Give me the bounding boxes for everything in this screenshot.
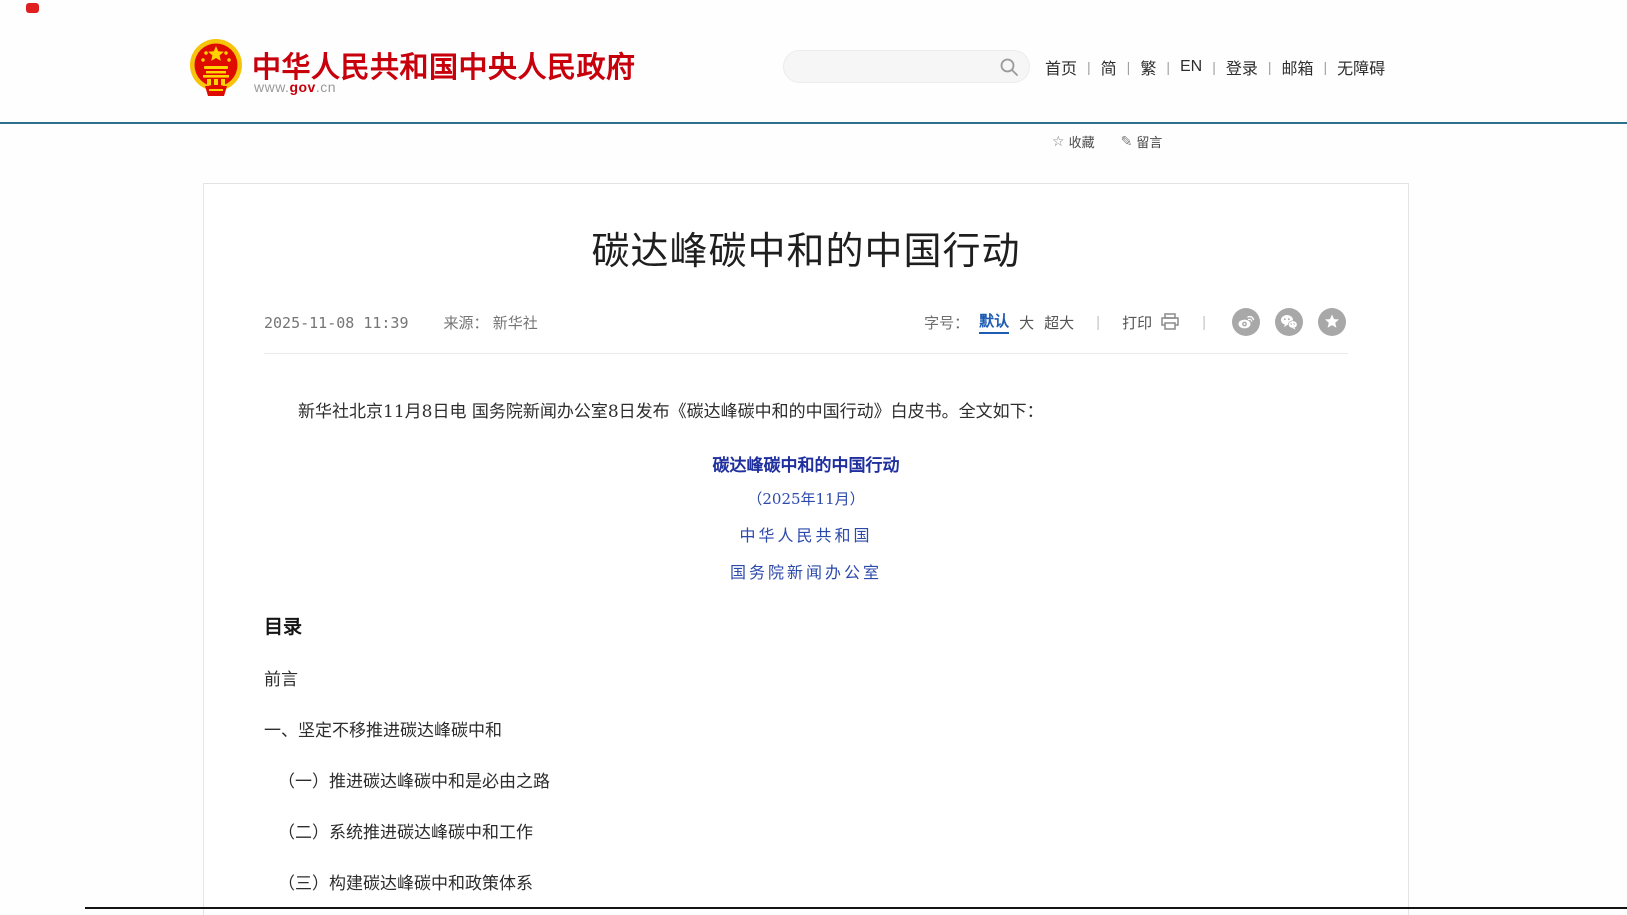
source-label: 来源： (444, 315, 489, 332)
top-nav: 首页 | 简 | 繁 | EN | 登录 | 邮箱 | 无障碍 (1045, 55, 1385, 79)
search-icon[interactable] (999, 57, 1019, 77)
font-size-label: 字号： (924, 312, 969, 333)
pencil-icon: ✎ (1121, 133, 1133, 150)
meta-divider-line (264, 353, 1348, 354)
article-body: 新华社北京11月8日电 国务院新闻办公室8日发布《碳达峰碳中和的中国行动》白皮书… (264, 400, 1348, 915)
lead-paragraph: 新华社北京11月8日电 国务院新闻办公室8日发布《碳达峰碳中和的中国行动》白皮书… (264, 400, 1348, 425)
site-url-highlight: gov (289, 79, 315, 95)
nav-english[interactable]: EN (1180, 58, 1202, 76)
nav-separator: | (1127, 59, 1131, 75)
font-size-default[interactable]: 默认 (979, 310, 1009, 334)
toc-item-section1: 一、坚定不移推进碳达峰碳中和 (264, 716, 1348, 741)
nav-accessibility[interactable]: 无障碍 (1337, 55, 1385, 79)
gov-cn-page: 中华人民共和国中央人民政府 www.gov.cn 首页 | 简 | 繁 | EN… (0, 0, 1627, 915)
document-org-line2: 国务院新闻办公室 (264, 559, 1348, 583)
search-box[interactable] (783, 50, 1030, 83)
search-input[interactable] (800, 59, 999, 75)
toc-item-section1-2: （二）系统推进碳达峰碳中和工作 (264, 818, 1348, 843)
nav-separator: | (1324, 59, 1328, 75)
nav-separator: | (1212, 59, 1216, 75)
screen-artifact-red-mark (26, 3, 39, 13)
favorite-button[interactable]: ☆ 收藏 (1052, 132, 1095, 151)
font-size-large[interactable]: 大 (1019, 312, 1034, 333)
toc-item-section1-3: （三）构建碳达峰碳中和政策体系 (264, 869, 1348, 894)
print-button[interactable]: 打印 (1122, 312, 1180, 333)
nav-mail[interactable]: 邮箱 (1282, 55, 1314, 79)
header-divider-line (0, 122, 1627, 124)
article-meta-left: 2025-11-08 11:39 来源： 新华社 (264, 312, 538, 333)
wechat-icon[interactable] (1275, 308, 1303, 336)
article-meta-right: 字号： 默认 大 超大 | 打印 | (924, 308, 1346, 336)
document-title: 碳达峰碳中和的中国行动 (264, 451, 1348, 476)
source-value[interactable]: 新华社 (493, 315, 538, 332)
toc-heading: 目录 (264, 612, 1348, 639)
nav-login[interactable]: 登录 (1226, 55, 1258, 79)
article-title: 碳达峰碳中和的中国行动 (204, 220, 1408, 275)
star-share-icon[interactable] (1318, 308, 1346, 336)
nav-home[interactable]: 首页 (1045, 55, 1077, 79)
share-icons (1232, 308, 1346, 336)
print-label: 打印 (1122, 312, 1152, 333)
weibo-icon[interactable] (1232, 308, 1260, 336)
comment-label: 留言 (1136, 132, 1162, 151)
meta-separator: | (1096, 314, 1100, 331)
site-url[interactable]: www.gov.cn (254, 79, 336, 95)
viewport-bottom-line (85, 907, 1627, 909)
site-url-suffix: .cn (316, 79, 336, 95)
document-org-line1: 中华人民共和国 (264, 522, 1348, 546)
printer-icon (1160, 313, 1180, 331)
nav-simplified[interactable]: 简 (1101, 55, 1117, 79)
article-card: 碳达峰碳中和的中国行动 2025-11-08 11:39 来源： 新华社 字号：… (203, 183, 1409, 915)
site-url-prefix: www. (254, 79, 289, 95)
toc-item-preface: 前言 (264, 665, 1348, 690)
font-size-xlarge[interactable]: 超大 (1044, 312, 1074, 333)
favorite-label: 收藏 (1069, 132, 1095, 151)
nav-traditional[interactable]: 繁 (1140, 55, 1156, 79)
meta-separator: | (1202, 314, 1206, 331)
nav-separator: | (1268, 59, 1272, 75)
document-date: （2025年11月） (264, 488, 1348, 509)
national-emblem-logo[interactable] (189, 38, 243, 98)
page-actions: ☆ 收藏 ✎ 留言 (1052, 132, 1162, 151)
nav-separator: | (1166, 59, 1170, 75)
article-date: 2025-11-08 11:39 (264, 314, 409, 332)
comment-button[interactable]: ✎ 留言 (1121, 132, 1163, 151)
nav-separator: | (1087, 59, 1091, 75)
star-outline-icon: ☆ (1052, 133, 1065, 150)
article-meta-row: 2025-11-08 11:39 来源： 新华社 字号： 默认 大 超大 | 打… (264, 308, 1346, 336)
toc-item-section1-1: （一）推进碳达峰碳中和是必由之路 (264, 767, 1348, 792)
